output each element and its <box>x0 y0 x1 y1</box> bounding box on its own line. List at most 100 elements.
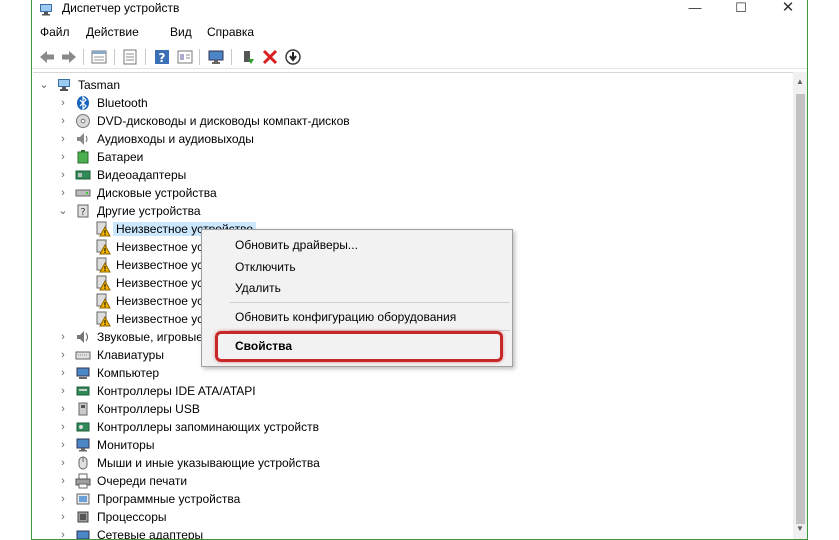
chevron-right-icon[interactable]: › <box>58 150 68 164</box>
tree-item-audio[interactable]: › Аудиовходы и аудиовыходы <box>33 130 793 148</box>
tree-item-network-adapters[interactable]: › Сетевые адаптеры <box>33 526 793 540</box>
list-icon[interactable] <box>121 48 139 66</box>
chevron-right-icon[interactable]: › <box>58 528 68 539</box>
unknown-device-warning-icon <box>96 257 111 273</box>
chevron-right-icon[interactable]: › <box>58 384 68 398</box>
menu-file[interactable]: Файл <box>40 25 70 39</box>
tree-item-software-devices[interactable]: › Программные устройства <box>33 490 793 508</box>
chevron-right-icon[interactable]: › <box>58 420 68 434</box>
dvd-drive-icon <box>76 114 90 128</box>
chevron-right-icon[interactable]: › <box>58 186 68 200</box>
chevron-down-icon[interactable]: ⌄ <box>39 78 49 92</box>
tree-item-usb-controllers[interactable]: › Контроллеры USB <box>33 400 793 418</box>
chevron-right-icon[interactable]: › <box>58 456 68 470</box>
menu-view[interactable]: Вид <box>170 25 192 39</box>
uninstall-icon[interactable] <box>261 48 279 66</box>
tree-item-print-queues[interactable]: › Очереди печати <box>33 472 793 490</box>
properties-icon[interactable] <box>90 48 108 66</box>
menu-action[interactable]: Действие <box>86 25 139 39</box>
unknown-device-warning-icon <box>96 221 111 237</box>
context-properties[interactable]: Свойства <box>235 339 292 353</box>
minimize-button[interactable]: — <box>672 0 718 20</box>
window-title: Диспетчер устройств <box>62 1 180 15</box>
tree-item-label: Bluetooth <box>97 96 148 110</box>
chevron-right-icon[interactable]: › <box>58 474 68 488</box>
scroll-up-arrow-icon[interactable]: ▲ <box>796 77 804 86</box>
scrollbar-thumb[interactable] <box>796 94 805 524</box>
display-adapter-icon <box>75 170 91 180</box>
tree-item-label: Видеоадаптеры <box>97 168 187 182</box>
tree-item-batteries[interactable]: › Батареи <box>33 148 793 166</box>
disk-drive-icon <box>75 189 91 197</box>
update-driver-icon[interactable] <box>239 48 257 66</box>
unknown-device-warning-icon <box>96 239 111 255</box>
tree-item-dvd[interactable]: › DVD-дисководы и дисководы компакт-диск… <box>33 112 793 130</box>
tree-item-bluetooth[interactable]: › Bluetooth <box>33 94 793 112</box>
tree-item-label: Батареи <box>97 150 144 164</box>
tree-item-disk-drives[interactable]: › Дисковые устройства <box>33 184 793 202</box>
context-scan-hardware[interactable]: Обновить конфигурацию оборудования <box>235 310 456 324</box>
help-icon[interactable]: ? <box>153 48 171 66</box>
tree-item-label: DVD-дисководы и дисководы компакт-дисков <box>97 114 350 128</box>
sound-icon <box>77 331 88 343</box>
tree-item-label: Очереди печати <box>97 474 188 488</box>
chevron-right-icon[interactable]: › <box>58 366 68 380</box>
scroll-down-arrow-icon[interactable]: ▼ <box>796 524 804 533</box>
tree-root-label: Tasman <box>78 78 121 92</box>
computer-icon <box>76 367 90 379</box>
keyboard-icon <box>75 351 91 360</box>
tree-item-processors[interactable]: › Процессоры <box>33 508 793 526</box>
menu-bar: Файл Действие Вид Справка <box>32 22 807 42</box>
close-button[interactable]: ✕ <box>765 0 807 20</box>
back-icon[interactable] <box>38 48 56 66</box>
device-manager-app-icon <box>40 4 52 16</box>
tree-item-label: Аудиовходы и аудиовыходы <box>97 132 254 146</box>
tree-item-label: Сетевые адаптеры <box>97 528 204 540</box>
title-bar: Диспетчер устройств — ☐ ✕ <box>32 0 807 20</box>
tree-item-other-devices[interactable]: ⌄ ? Другие устройства <box>33 202 793 220</box>
tree-item-label: Звуковые, игровые <box>97 330 203 344</box>
context-disable[interactable]: Отключить <box>235 260 296 274</box>
ide-controller-icon <box>76 386 90 396</box>
bluetooth-icon <box>77 95 89 111</box>
svg-text:?: ? <box>159 51 166 65</box>
tree-item-storage-controllers[interactable]: › Контроллеры запоминающих устройств <box>33 418 793 436</box>
chevron-right-icon[interactable]: › <box>58 96 68 110</box>
chevron-right-icon[interactable]: › <box>58 114 68 128</box>
tree-item-label: Мыши и иные указывающие устройства <box>97 456 320 470</box>
disable-icon[interactable] <box>284 48 302 66</box>
tree-root[interactable]: ⌄ Tasman <box>33 76 793 94</box>
tree-item-label: Программные устройства <box>97 492 241 506</box>
tree-item-ide-controllers[interactable]: › Контроллеры IDE ATA/ATAPI <box>33 382 793 400</box>
details-icon[interactable] <box>176 48 194 66</box>
context-update-drivers[interactable]: Обновить драйверы... <box>235 238 358 252</box>
forward-icon[interactable] <box>60 48 78 66</box>
unknown-device-warning-icon <box>96 293 111 309</box>
chevron-right-icon[interactable]: › <box>58 510 68 524</box>
chevron-right-icon[interactable]: › <box>58 330 68 344</box>
tree-item-display-adapters[interactable]: › Видеоадаптеры <box>33 166 793 184</box>
menu-help[interactable]: Справка <box>207 25 254 39</box>
vertical-scrollbar[interactable]: ▲ ▼ <box>793 72 807 539</box>
battery-icon <box>77 150 89 164</box>
chevron-right-icon[interactable]: › <box>58 438 68 452</box>
chevron-right-icon[interactable]: › <box>58 492 68 506</box>
print-queue-icon <box>75 473 91 489</box>
context-uninstall[interactable]: Удалить <box>235 281 281 295</box>
tree-item-mice[interactable]: › Мыши и иные указывающие устройства <box>33 454 793 472</box>
chevron-right-icon[interactable]: › <box>58 168 68 182</box>
chevron-down-icon[interactable]: ⌄ <box>58 204 68 218</box>
processor-icon <box>77 511 89 523</box>
tree-item-label: Контроллеры IDE ATA/ATAPI <box>97 384 256 398</box>
tree-item-label: Контроллеры USB <box>97 402 200 416</box>
monitor-icon[interactable] <box>207 48 225 66</box>
storage-controller-icon <box>76 422 90 432</box>
tree-item-label: Другие устройства <box>97 204 201 218</box>
tree-item-monitors[interactable]: › Мониторы <box>33 436 793 454</box>
chevron-right-icon[interactable]: › <box>58 348 68 362</box>
maximize-button[interactable]: ☐ <box>718 0 764 20</box>
chevron-right-icon[interactable]: › <box>58 132 68 146</box>
audio-icon <box>77 133 88 145</box>
chevron-right-icon[interactable]: › <box>58 402 68 416</box>
tree-item-label: Контроллеры запоминающих устройств <box>97 420 319 434</box>
